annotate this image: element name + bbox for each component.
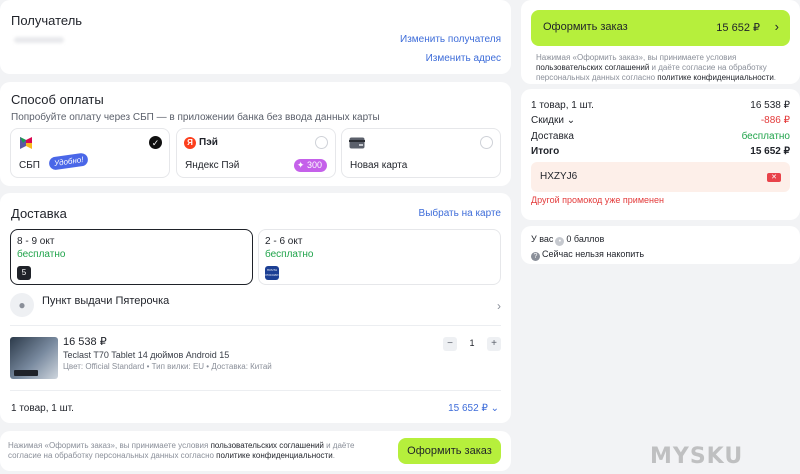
yandex-pay-label: Яндекс Пэй	[185, 160, 240, 171]
quantity-minus-button[interactable]: −	[443, 337, 457, 351]
total-value: 15 652 ₽	[750, 146, 790, 157]
divider	[10, 325, 501, 326]
delivery-option-2[interactable]: 2 - 6 окт бесплатно ПОЧТА РОССИИ	[258, 229, 501, 285]
delivery-cost-label: Доставка	[531, 131, 574, 142]
place-order-label: Оформить заказ	[543, 21, 628, 33]
choose-on-map-link[interactable]: Выбрать на карте	[419, 208, 501, 219]
recipient-name-redacted	[14, 37, 64, 43]
items-label: 1 товар, 1 шт.	[531, 100, 594, 111]
order-total: 15 652 ₽	[716, 22, 760, 34]
yandex-pay-icon: Я	[184, 137, 196, 149]
delivery-cost-row: Доставка бесплатно	[531, 131, 790, 142]
card-icon	[349, 137, 365, 149]
quantity-stepper: − 1 +	[443, 337, 501, 351]
payment-card: Способ оплаты Попробуйте оплату через СБ…	[0, 82, 511, 186]
checkout-card: Оформить заказ 15 652 ₽ › Нажимая «Оформ…	[521, 0, 800, 84]
points-coin-icon: •	[555, 237, 565, 246]
yandex-pay-radio[interactable]	[315, 136, 328, 149]
new-card-radio[interactable]	[480, 136, 493, 149]
recipient-card: Получатель Изменить получателя Изменить …	[0, 0, 511, 74]
items-row: 1 товар, 1 шт. 16 538 ₽	[531, 100, 790, 111]
payment-option-new-card[interactable]: Новая карта	[341, 128, 501, 178]
promo-code-field[interactable]: HXZYJ6 ✕	[531, 162, 790, 192]
place-order-button[interactable]: Оформить заказ	[398, 438, 501, 464]
product-image	[10, 337, 58, 379]
recipient-title: Получатель	[11, 13, 83, 28]
product-price: 16 538 ₽	[63, 336, 107, 348]
promo-error: Другой промокод уже применен	[531, 195, 664, 205]
total-label: Итого	[531, 146, 560, 157]
delivery-dates: 8 - 9 окт	[17, 236, 55, 247]
russian-post-logo-icon: ПОЧТА РОССИИ	[265, 266, 279, 280]
delivery-option-1[interactable]: 8 - 9 окт бесплатно 5	[10, 229, 253, 285]
location-pin-icon: ●	[10, 293, 34, 317]
delivery-dates: 2 - 6 окт	[265, 236, 303, 247]
yandex-pay-logo: Пэй	[199, 137, 218, 148]
promo-code-value: HXZYJ6	[540, 171, 578, 182]
divider	[10, 390, 501, 391]
pickup-point-name: Пункт выдачи Пятерочка	[42, 295, 170, 307]
product-meta: Цвет: Official Standard • Тип вилки: EU …	[63, 362, 272, 371]
chevron-right-icon: ›	[774, 19, 779, 34]
privacy-policy-link[interactable]: политике конфиденциальности	[657, 73, 774, 82]
quantity-value[interactable]: 1	[465, 338, 479, 348]
question-icon[interactable]: ?	[531, 252, 540, 261]
change-address-link[interactable]: Изменить адрес	[426, 53, 501, 64]
chevron-down-icon: ⌄	[490, 403, 499, 414]
new-card-label: Новая карта	[350, 160, 408, 171]
user-agreement-link[interactable]: пользовательских соглашений	[211, 441, 324, 450]
items-value: 16 538 ₽	[750, 100, 790, 111]
total-row: Итого 15 652 ₽	[531, 146, 790, 157]
delivery-summary-price[interactable]: 15 652 ₽ ⌄	[448, 403, 499, 414]
delivery-title: Доставка	[11, 206, 67, 221]
product-name[interactable]: Teclast T70 Tablet 14 дюймов Android 15	[63, 350, 229, 360]
sbp-label: СБП	[19, 160, 40, 171]
delivery-card: Доставка Выбрать на карте 8 - 9 окт бесп…	[0, 193, 511, 423]
delivery-summary-count: 1 товар, 1 шт.	[11, 403, 74, 414]
watermark-logo: MYSKU	[650, 444, 744, 469]
delivery-cost-value: бесплатно	[741, 131, 790, 142]
clear-promo-icon[interactable]: ✕	[767, 173, 781, 182]
delivery-price: бесплатно	[265, 249, 314, 260]
bonus-balance: У вас • 0 баллов	[531, 234, 605, 246]
order-totals-card: 1 товар, 1 шт. 16 538 ₽ Скидки ⌄ -886 ₽ …	[521, 89, 800, 220]
bonus-card: У вас • 0 баллов ? Сейчас нельзя накопить	[521, 226, 800, 264]
place-order-button-main[interactable]: Оформить заказ 15 652 ₽ ›	[531, 10, 790, 46]
payment-option-sbp[interactable]: ✓ СБП Удобно!	[10, 128, 170, 178]
bottom-checkout-bar: Нажимая «Оформить заказ», вы принимаете …	[0, 431, 511, 471]
chevron-right-icon: ›	[497, 299, 501, 313]
legal-text: Нажимая «Оформить заказ», вы принимаете …	[8, 441, 355, 460]
sbp-radio[interactable]: ✓	[149, 136, 162, 149]
discount-label: Скидки	[531, 115, 564, 126]
yandex-pay-bonus-badge: ✦ 300	[293, 159, 327, 172]
payment-option-yandex-pay[interactable]: Я Пэй Яндекс Пэй ✦ 300	[176, 128, 336, 178]
discount-value: -886 ₽	[760, 115, 790, 126]
sbp-badge: Удобно!	[48, 152, 90, 171]
user-agreement-link[interactable]: пользовательских соглашений	[536, 63, 649, 72]
privacy-policy-link[interactable]: политике конфиденциальности	[216, 451, 333, 460]
delivery-price: бесплатно	[17, 249, 66, 260]
product-row: 16 538 ₽ Teclast T70 Tablet 14 дюймов An…	[10, 333, 501, 383]
sbp-icon	[20, 137, 32, 149]
discount-row[interactable]: Скидки ⌄ -886 ₽	[531, 115, 790, 126]
pyaterochka-logo-icon: 5	[17, 266, 31, 280]
pickup-point-row[interactable]: ● Пункт выдачи Пятерочка ›	[10, 293, 501, 321]
chevron-down-icon: ⌄	[566, 115, 576, 126]
legal-text: Нажимая «Оформить заказ», вы принимаете …	[536, 53, 777, 82]
payment-title: Способ оплаты	[11, 92, 104, 107]
quantity-plus-button[interactable]: +	[487, 337, 501, 351]
payment-hint: Попробуйте оплату через СБП — в приложен…	[11, 112, 380, 123]
bonus-cannot-earn: ? Сейчас нельзя накопить	[531, 249, 644, 261]
change-recipient-link[interactable]: Изменить получателя	[400, 34, 501, 45]
